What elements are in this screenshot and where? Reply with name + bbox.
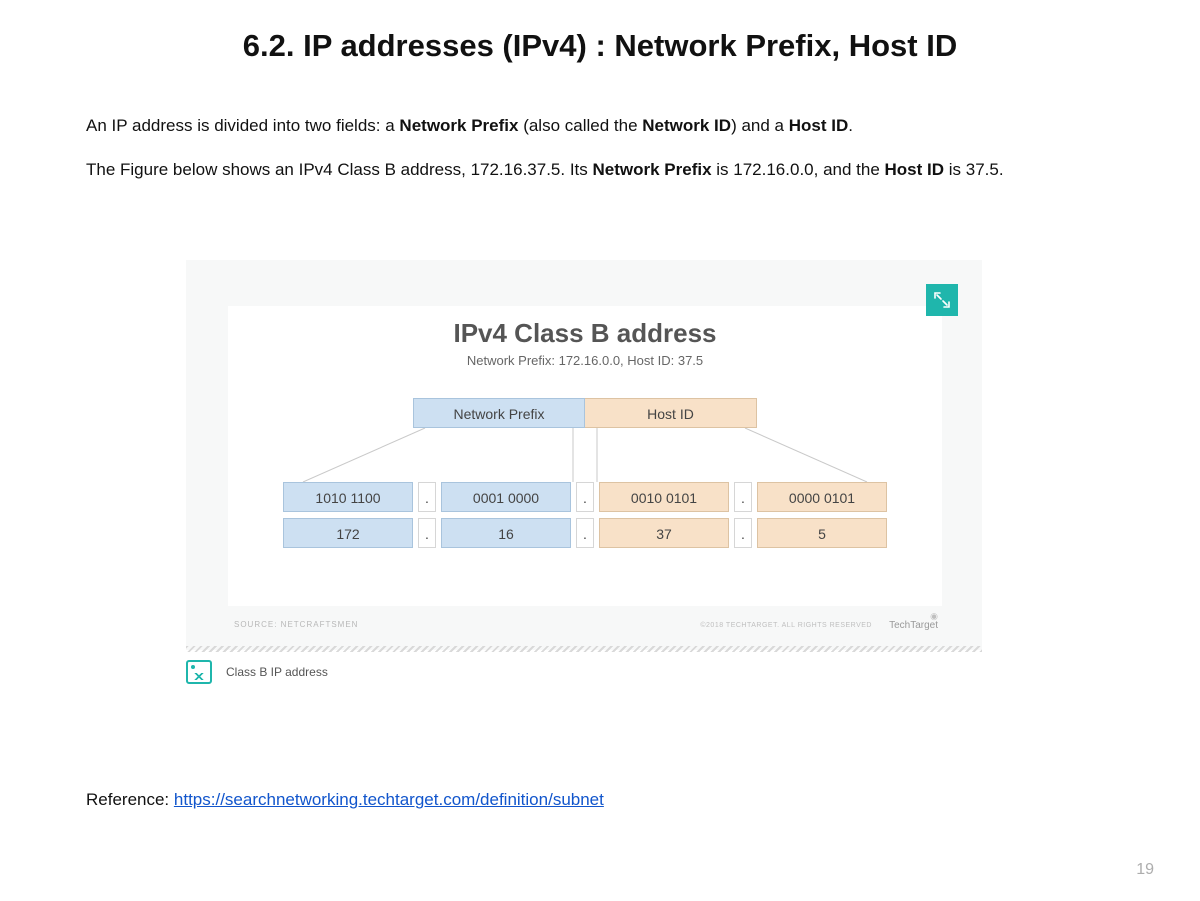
- dot-separator: .: [576, 518, 594, 548]
- decimal-octet-3: 37: [599, 518, 729, 548]
- source-attribution: SOURCE: NETCRAFTSMEN: [234, 620, 358, 629]
- dot-separator: .: [734, 518, 752, 548]
- copyright-text: ©2018 TECHTARGET. ALL RIGHTS RESERVED: [700, 622, 872, 629]
- binary-octet-2: 0001 0000: [441, 482, 571, 512]
- expand-button[interactable]: [926, 284, 958, 316]
- intro-text-fragment: An IP address is divided into two fields…: [86, 116, 399, 135]
- diagram-subtitle: Network Prefix: 172.16.0.0, Host ID: 37.…: [228, 353, 942, 368]
- intro-text-fragment: .: [848, 116, 853, 135]
- figure-container: IPv4 Class B address Network Prefix: 172…: [186, 260, 982, 684]
- page-number: 19: [1136, 861, 1154, 879]
- decimal-octet-4: 5: [757, 518, 887, 548]
- connector-lines: [228, 428, 942, 480]
- expand-icon: [934, 292, 950, 308]
- image-icon: [186, 660, 212, 684]
- hatched-border: [186, 646, 982, 652]
- decimal-row: 172 . 16 . 37 . 5: [228, 518, 942, 548]
- binary-octet-4: 0000 0101: [757, 482, 887, 512]
- intro-text: An IP address is divided into two fields…: [86, 115, 1116, 203]
- binary-octet-1: 1010 1100: [283, 482, 413, 512]
- dot-separator: .: [734, 482, 752, 512]
- octet-rows: 1010 1100 . 0001 0000 . 0010 0101 . 0000…: [228, 482, 942, 554]
- intro-text-fragment: is 37.5.: [944, 160, 1004, 179]
- intro-text-fragment: is 172.16.0.0, and the: [712, 160, 885, 179]
- intro-bold-network-prefix-2: Network Prefix: [593, 160, 712, 179]
- diagram-footer: SOURCE: NETCRAFTSMEN ©2018 TECHTARGET. A…: [228, 620, 942, 642]
- dot-separator: .: [418, 482, 436, 512]
- reference-label: Reference:: [86, 790, 174, 809]
- diagram-title: IPv4 Class B address: [228, 318, 942, 349]
- reference-link[interactable]: https://searchnetworking.techtarget.com/…: [174, 790, 604, 809]
- section-host-id: Host ID: [585, 398, 757, 428]
- section-network-prefix: Network Prefix: [413, 398, 585, 428]
- brand-name: TechTarget: [889, 621, 938, 631]
- ipv4-diagram: IPv4 Class B address Network Prefix: 172…: [186, 260, 982, 650]
- section-headers: Network PrefixHost ID: [228, 398, 942, 428]
- dot-separator: .: [418, 518, 436, 548]
- intro-bold-network-id: Network ID: [642, 116, 731, 135]
- binary-octet-3: 0010 0101: [599, 482, 729, 512]
- binary-row: 1010 1100 . 0001 0000 . 0010 0101 . 0000…: [228, 482, 942, 512]
- intro-bold-host-id: Host ID: [789, 116, 849, 135]
- intro-bold-host-id-2: Host ID: [885, 160, 945, 179]
- intro-text-fragment: The Figure below shows an IPv4 Class B a…: [86, 160, 593, 179]
- slide-title: 6.2. IP addresses (IPv4) : Network Prefi…: [0, 28, 1200, 64]
- diagram-card: IPv4 Class B address Network Prefix: 172…: [228, 306, 942, 606]
- figure-caption: Class B IP address: [226, 665, 328, 679]
- dot-separator: .: [576, 482, 594, 512]
- decimal-octet-2: 16: [441, 518, 571, 548]
- reference-line: Reference: https://searchnetworking.tech…: [86, 790, 604, 810]
- decimal-octet-1: 172: [283, 518, 413, 548]
- techtarget-logo: ◉ TechTarget: [889, 612, 938, 631]
- intro-text-fragment: ) and a: [731, 116, 789, 135]
- intro-bold-network-prefix: Network Prefix: [399, 116, 518, 135]
- figure-caption-row: Class B IP address: [186, 660, 982, 684]
- intro-text-fragment: (also called the: [518, 116, 642, 135]
